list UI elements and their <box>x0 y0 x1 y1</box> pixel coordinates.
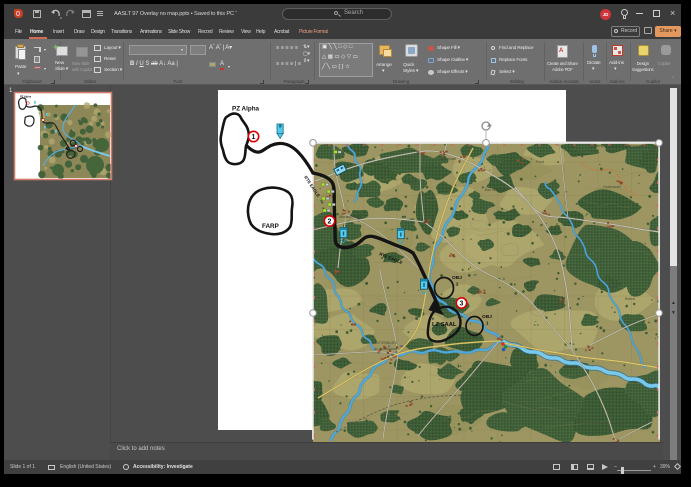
svg-text:OBJ: OBJ <box>452 275 462 281</box>
svg-text:Hohenwald: Hohenwald <box>603 185 621 189</box>
svg-text:Westervesede: Westervesede <box>339 215 361 219</box>
svg-text:PZ Alpha: PZ Alpha <box>232 106 260 113</box>
svg-text:Scheessel: Scheessel <box>440 157 456 161</box>
svg-text:Hellwege: Hellwege <box>563 365 577 369</box>
svg-text:LZ SAAL: LZ SAAL <box>432 322 457 328</box>
svg-text:an der Wumme: an der Wumme <box>374 347 398 351</box>
svg-text:Forst: Forst <box>536 160 544 164</box>
svg-text:Bothel: Bothel <box>625 297 635 301</box>
svg-text:TRUPPENÜBUNGSPLATZ BERGEN 1:50: TRUPPENÜBUNGSPLATZ BERGEN 1:50000 <box>589 145 661 149</box>
svg-text:PZ Alpha: PZ Alpha <box>20 95 32 99</box>
svg-text:3: 3 <box>460 301 464 308</box>
svg-text:ROTENBURG: ROTENBURG <box>375 341 398 345</box>
svg-text:1: 1 <box>252 134 256 141</box>
svg-text:OBJ: OBJ <box>482 314 492 320</box>
svg-text:2: 2 <box>328 219 332 226</box>
svg-text:Bad Walsheim: Bad Walsheim <box>485 188 508 192</box>
svg-text:FARP: FARP <box>262 223 279 230</box>
